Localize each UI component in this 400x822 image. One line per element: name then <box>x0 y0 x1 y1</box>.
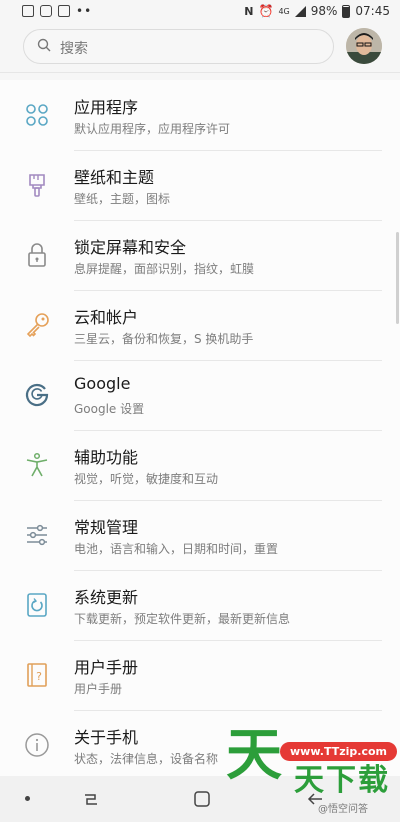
settings-item-title: 关于手机 <box>74 728 139 747</box>
settings-item-title: 应用程序 <box>74 98 139 117</box>
accessibility-icon <box>26 452 48 477</box>
notification-icon <box>22 5 34 17</box>
header-divider <box>0 72 400 73</box>
watermark: 天 www.TTzip.com 天下载 @悟空问答 <box>222 723 397 820</box>
settings-list: 应用程序 默认应用程序，应用程序许可 壁纸和主题 壁纸，主题，图标 锁定屏幕和安… <box>0 80 400 780</box>
settings-item-subtitle: 状态，法律信息，设备名称 <box>74 752 219 766</box>
search-placeholder: 搜索 <box>60 41 88 57</box>
settings-item-subtitle: Google 设置 <box>74 402 145 416</box>
info-icon <box>25 733 49 757</box>
nav-dot-icon[interactable] <box>25 796 30 801</box>
settings-item-subtitle: 三星云，备份和恢复，S 换机助手 <box>74 332 254 346</box>
settings-item-general-management[interactable]: 常规管理 电池，语言和输入，日期和时间，重置 <box>0 500 400 571</box>
google-icon <box>25 383 49 407</box>
avatar-photo <box>346 28 382 64</box>
status-system-icons: N ⏰ 4G 98% 07:45 <box>244 4 390 18</box>
image-icon <box>58 5 70 17</box>
settings-item-title: Google <box>74 374 131 393</box>
settings-item-title: 锁定屏幕和安全 <box>74 238 187 257</box>
settings-item-title: 云和帐户 <box>74 308 139 327</box>
settings-item-google[interactable]: Google Google 设置 <box>0 360 400 431</box>
settings-item-title: 系统更新 <box>74 588 139 607</box>
battery-percent: 98% <box>310 4 338 18</box>
key-icon <box>26 313 49 338</box>
search-input[interactable]: 搜索 <box>23 29 334 64</box>
brush-icon <box>29 174 45 197</box>
settings-item-apps[interactable]: 应用程序 默认应用程序，应用程序许可 <box>0 80 400 151</box>
sliders-icon <box>27 524 47 546</box>
recent-apps-icon[interactable] <box>82 790 100 808</box>
settings-item-title: 常规管理 <box>74 518 139 537</box>
watermark-text: 天下载 <box>294 763 390 798</box>
search-icon <box>37 38 51 52</box>
settings-item-subtitle: 下载更新，预定软件更新，最新更新信息 <box>74 612 291 626</box>
system-update-icon <box>27 593 47 617</box>
settings-item-title: 辅助功能 <box>74 448 139 467</box>
settings-item-title: 壁纸和主题 <box>74 168 155 187</box>
settings-item-cloud-accounts[interactable]: 云和帐户 三星云，备份和恢复，S 换机助手 <box>0 290 400 361</box>
settings-item-wallpaper-themes[interactable]: 壁纸和主题 壁纸，主题，图标 <box>0 150 400 221</box>
lock-icon <box>28 243 46 267</box>
settings-item-subtitle: 息屏提醒，面部识别，指纹，虹膜 <box>74 262 255 276</box>
settings-item-user-manual[interactable]: ? 用户手册 用户手册 <box>0 640 400 711</box>
settings-item-subtitle: 电池，语言和输入，日期和时间，重置 <box>74 542 279 556</box>
settings-item-subtitle: 壁纸，主题，图标 <box>74 192 171 206</box>
watermark-tag: @悟空问答 <box>318 804 368 815</box>
battery-icon <box>342 4 351 18</box>
nfc-icon: N <box>244 4 254 18</box>
svg-text:?: ? <box>36 670 42 683</box>
clock: 07:45 <box>355 4 390 18</box>
more-notifications-dots: •• <box>76 4 93 18</box>
home-icon[interactable] <box>193 790 211 808</box>
shopping-bag-icon <box>40 5 52 17</box>
watermark-big-char: 天 <box>226 723 282 788</box>
settings-item-lock-screen-security[interactable]: 锁定屏幕和安全 息屏提醒，面部识别，指纹，虹膜 <box>0 220 400 291</box>
settings-item-subtitle: 视觉，听觉，敏捷度和互动 <box>74 472 219 486</box>
apps-grid-icon <box>26 104 48 126</box>
status-bar: •• N ⏰ 4G 98% 07:45 <box>0 0 400 24</box>
alarm-icon: ⏰ <box>258 4 274 18</box>
avatar[interactable] <box>346 28 382 64</box>
settings-item-subtitle: 用户手册 <box>74 682 123 696</box>
status-notification-icons: •• <box>22 4 92 18</box>
watermark-url: www.TTzip.com <box>280 742 397 761</box>
settings-item-title: 用户手册 <box>74 658 139 677</box>
scrollbar[interactable] <box>396 232 399 324</box>
signal-icon <box>294 5 306 17</box>
settings-item-system-update[interactable]: 系统更新 下载更新，预定软件更新，最新更新信息 <box>0 570 400 641</box>
network-type: 4G <box>278 6 290 16</box>
settings-item-subtitle: 默认应用程序，应用程序许可 <box>74 122 231 136</box>
user-manual-icon: ? <box>27 663 47 687</box>
settings-item-accessibility[interactable]: 辅助功能 视觉，听觉，敏捷度和互动 <box>0 430 400 501</box>
